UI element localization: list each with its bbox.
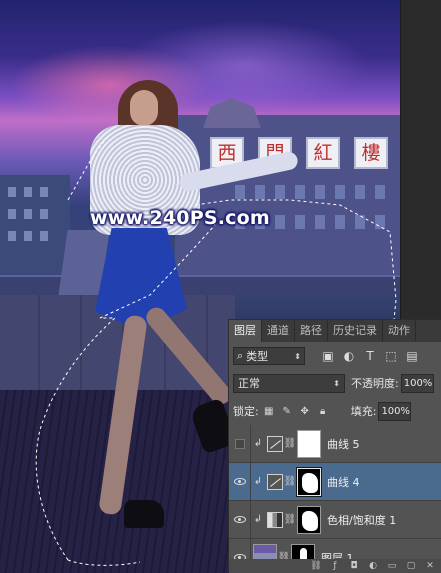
watermark-text: www.240PS.com [90, 207, 270, 229]
filter-icons: ▣ ◐ T ⬚ ▤ [321, 349, 419, 363]
tab-channels[interactable]: 通道 [262, 320, 295, 342]
layer-mask-thumbnail[interactable] [296, 466, 322, 497]
hue-saturation-adjustment-icon [267, 511, 283, 528]
visibility-toggle[interactable] [229, 462, 251, 501]
pixel-filter-icon[interactable]: ▣ [321, 349, 335, 363]
eye-icon [233, 516, 246, 523]
curves-adjustment-icon [267, 435, 283, 452]
new-adjustment-icon[interactable]: ◐ [368, 561, 378, 571]
layer-mask-thumbnail[interactable] [297, 505, 321, 534]
tab-history[interactable]: 历史记录 [328, 320, 383, 342]
link-chain-icon[interactable]: ⛓ [283, 476, 297, 487]
filter-row: ⌕ 类型 ⬍ ▣ ◐ T ⬚ ▤ [229, 344, 441, 368]
search-icon: ⌕ [237, 349, 244, 362]
layer-row[interactable]: ↲ ⛓ 曲线 5 [229, 424, 441, 463]
layer-list: ↲ ⛓ 曲线 5 ↲ ⛓ 曲线 4 ↲ ⛓ 色相/饱和度 1 ⛓ 图层 1 [229, 424, 441, 573]
filter-kind-label: 类型 [246, 350, 269, 363]
link-layers-icon[interactable]: ⛓ [310, 561, 321, 571]
lock-transparency-icon[interactable]: ▦ [263, 405, 275, 417]
layer-name: 曲线 5 [327, 437, 360, 451]
shape-filter-icon[interactable]: ⬚ [384, 349, 398, 363]
chevron-updown-icon: ⬍ [294, 351, 301, 361]
opacity-label: 不透明度: [351, 377, 399, 390]
lock-icons: ▦ ✎ ✥ 🔒︎ [263, 405, 329, 417]
lock-pixels-icon[interactable]: ✎ [281, 405, 293, 417]
eye-icon [233, 478, 246, 485]
blend-mode-select[interactable]: 正常 ⬍ [233, 373, 345, 393]
tab-layers[interactable]: 图层 [229, 320, 262, 342]
lock-position-icon[interactable]: ✥ [299, 405, 311, 417]
adjustment-filter-icon[interactable]: ◐ [342, 349, 356, 363]
lock-label: 锁定: [233, 405, 259, 418]
opacity-input[interactable]: 100% [400, 373, 434, 393]
clipping-arrow-icon: ↲ [253, 438, 263, 449]
fx-icon[interactable]: ƒ [330, 561, 340, 571]
layer-row[interactable]: ↲ ⛓ 色相/饱和度 1 [229, 500, 441, 539]
lock-all-icon[interactable]: 🔒︎ [317, 405, 329, 417]
visibility-toggle[interactable] [229, 500, 251, 539]
lock-row: 锁定: ▦ ✎ ✥ 🔒︎ 填充: 100% [229, 400, 441, 422]
fill-label: 填充: [350, 405, 377, 418]
fill-input[interactable]: 100% [378, 401, 412, 421]
chevron-updown-icon: ⬍ [333, 378, 340, 388]
clipping-arrow-icon: ↲ [253, 476, 263, 487]
layer-name: 曲线 4 [327, 475, 360, 489]
curves-adjustment-icon [267, 473, 283, 490]
layers-panel: 图层 通道 路径 历史记录 动作 ⌕ 类型 ⬍ ▣ ◐ T ⬚ ▤ 正常 ⬍ 不… [229, 320, 441, 573]
smart-object-filter-icon[interactable]: ▤ [405, 349, 419, 363]
blend-row: 正常 ⬍ 不透明度: 100% [229, 372, 441, 394]
tab-paths[interactable]: 路径 [295, 320, 328, 342]
link-chain-icon[interactable]: ⛓ [283, 514, 297, 525]
layer-name: 色相/饱和度 1 [327, 513, 397, 527]
visibility-toggle[interactable] [229, 424, 251, 463]
new-layer-icon[interactable]: ▢ [406, 561, 416, 571]
type-filter-icon[interactable]: T [363, 349, 377, 363]
tab-actions[interactable]: 动作 [383, 320, 416, 342]
trash-icon[interactable]: ✕ [425, 561, 435, 571]
link-chain-icon[interactable]: ⛓ [283, 438, 297, 449]
filter-kind-select[interactable]: ⌕ 类型 ⬍ [233, 347, 305, 365]
layer-row-selected[interactable]: ↲ ⛓ 曲线 4 [229, 462, 441, 501]
panel-tab-bar: 图层 通道 路径 历史记录 动作 [229, 320, 441, 342]
layer-mask-thumbnail[interactable] [297, 429, 321, 458]
hidden-eye-icon [234, 438, 245, 449]
add-mask-icon[interactable]: ◘ [349, 561, 359, 571]
blend-mode-value: 正常 [238, 377, 260, 390]
new-group-icon[interactable]: ▭ [387, 561, 397, 571]
panel-footer: ⛓ ƒ ◘ ◐ ▭ ▢ ✕ [229, 559, 441, 573]
clipping-arrow-icon: ↲ [253, 514, 263, 525]
